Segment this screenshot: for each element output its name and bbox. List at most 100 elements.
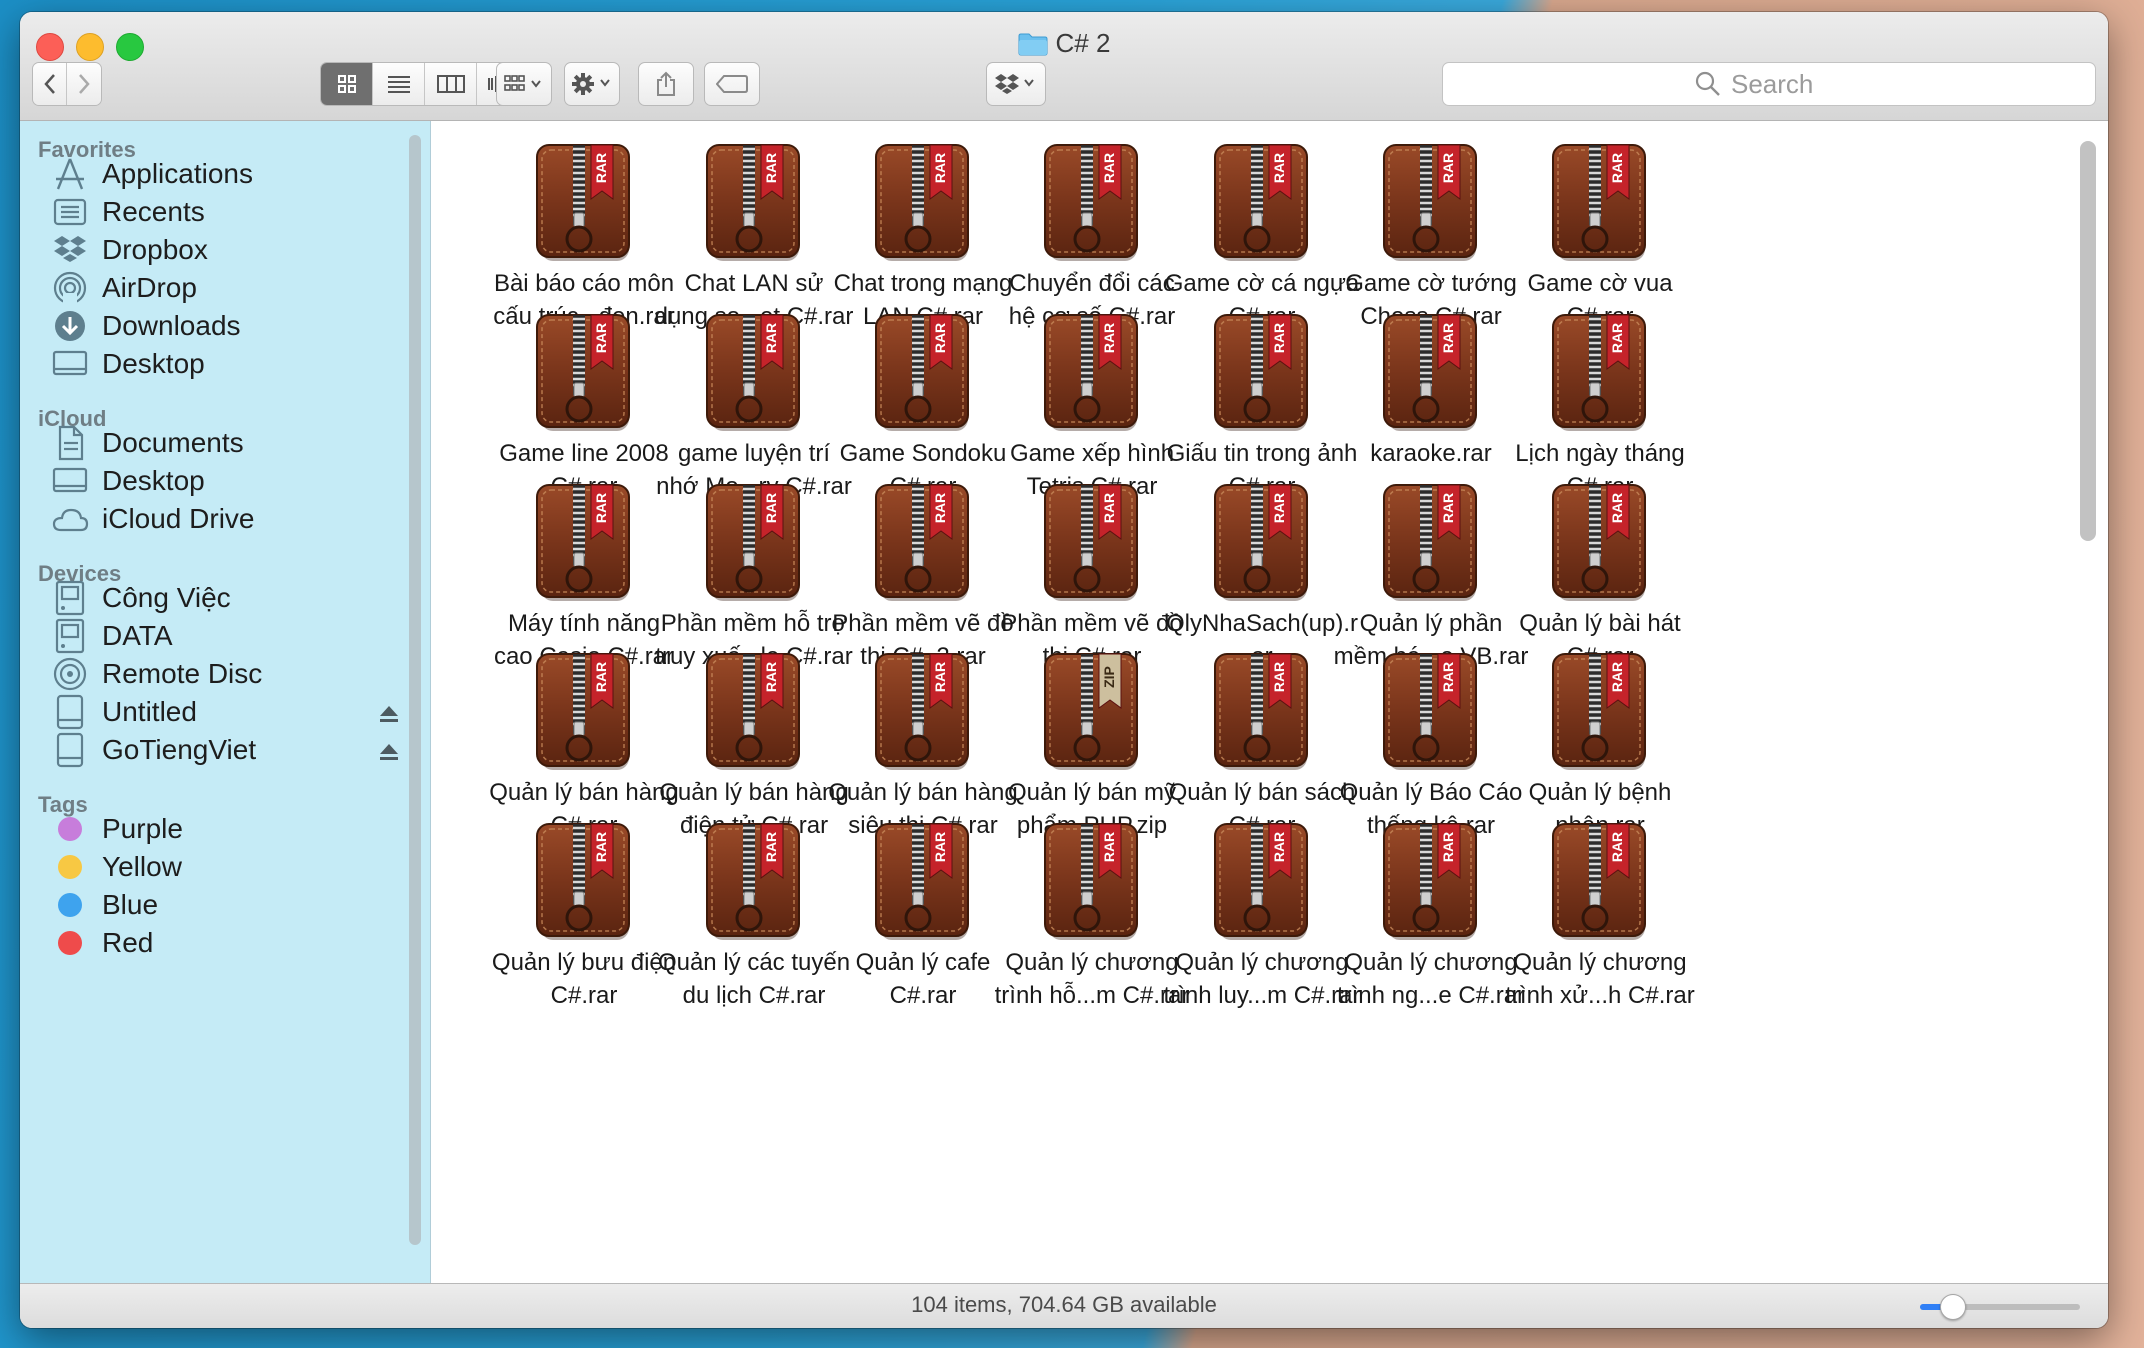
drive-icon — [50, 692, 90, 732]
sidebar-item-label: Red — [102, 927, 154, 958]
svg-text:RAR: RAR — [593, 832, 609, 862]
svg-text:RAR: RAR — [932, 662, 948, 692]
vertical-scrollbar[interactable] — [2080, 141, 2096, 541]
sidebar-item-icloud-drive[interactable]: iCloud Drive — [50, 496, 400, 542]
list-view-button[interactable] — [373, 63, 425, 105]
rar-archive-icon: RAR — [1041, 141, 1143, 263]
status-bar: 104 items, 704.64 GB available — [20, 1283, 2108, 1328]
svg-text:RAR: RAR — [1440, 153, 1456, 183]
toolbar: C# 2 — [20, 12, 2108, 121]
share-button[interactable] — [638, 62, 694, 106]
tag-color-dot — [58, 931, 82, 955]
rar-archive-icon: RAR — [1549, 311, 1651, 433]
rar-archive-icon: RAR — [1380, 820, 1482, 942]
tag-red-icon — [50, 923, 90, 963]
svg-text:RAR: RAR — [932, 493, 948, 523]
rar-archive-icon: RAR — [1211, 820, 1313, 942]
svg-text:RAR: RAR — [932, 323, 948, 353]
rar-archive-icon: RAR — [533, 820, 635, 942]
rar-archive-icon: RAR — [1041, 820, 1143, 942]
file-browser: RARBài báo cáo môn cấu trúc...đen.rarRAR… — [431, 121, 2108, 1284]
svg-text:RAR: RAR — [1271, 493, 1287, 523]
svg-text:RAR: RAR — [763, 662, 779, 692]
svg-text:RAR: RAR — [1101, 153, 1117, 183]
svg-text:RAR: RAR — [1440, 323, 1456, 353]
rar-archive-icon: RAR — [533, 481, 635, 603]
group-by-button[interactable] — [496, 62, 552, 106]
forward-button[interactable] — [67, 63, 101, 105]
back-button[interactable] — [33, 63, 67, 105]
rar-archive-icon: RAR — [1041, 311, 1143, 433]
zip-archive-icon: ZIP — [1041, 650, 1143, 772]
tag-color-dot — [58, 893, 82, 917]
rar-archive-icon: RAR — [703, 481, 805, 603]
share-icon — [657, 71, 675, 96]
sidebar-scrollbar[interactable] — [409, 135, 421, 1245]
svg-text:RAR: RAR — [1609, 832, 1625, 862]
back-icon — [43, 74, 55, 94]
dropbox-icon — [50, 230, 90, 270]
rar-archive-icon: RAR — [1211, 311, 1313, 433]
svg-text:RAR: RAR — [1609, 493, 1625, 523]
sidebar-item-label: Purple — [102, 813, 183, 844]
drive-icon — [50, 730, 90, 770]
tag-icon — [716, 75, 748, 93]
recents-icon — [50, 192, 90, 232]
rar-archive-icon: RAR — [533, 141, 635, 263]
sidebar-item-label: Dropbox — [102, 234, 208, 265]
tag-color-dot — [58, 817, 82, 841]
list-view-icon — [387, 76, 410, 93]
rar-archive-icon: RAR — [1380, 481, 1482, 603]
svg-text:RAR: RAR — [932, 832, 948, 862]
svg-text:RAR: RAR — [593, 153, 609, 183]
icon-view-button[interactable] — [321, 63, 373, 105]
rar-archive-icon: RAR — [1380, 141, 1482, 263]
rar-archive-icon: RAR — [1549, 141, 1651, 263]
desktop-icon — [50, 461, 90, 501]
sidebar-item-label: Desktop — [102, 348, 205, 379]
rar-archive-icon: RAR — [533, 311, 635, 433]
rar-archive-icon: RAR — [1041, 481, 1143, 603]
sidebar-item-desktop[interactable]: Desktop — [50, 341, 400, 387]
svg-text:RAR: RAR — [763, 493, 779, 523]
downloads-icon — [50, 306, 90, 346]
sidebar-item-label: GoTiengViet — [102, 734, 257, 765]
slider-knob[interactable] — [1940, 1294, 1966, 1320]
disk-icon — [50, 616, 90, 656]
airdrop-icon — [50, 268, 90, 308]
sidebar-item-label: Remote Disc — [102, 658, 263, 689]
svg-text:RAR: RAR — [1440, 662, 1456, 692]
tag-color-dot — [58, 855, 82, 879]
gear-icon — [572, 73, 610, 95]
dropbox-button[interactable] — [986, 62, 1046, 106]
sidebar-item-label: AirDrop — [102, 272, 197, 303]
tag-yellow-icon — [50, 847, 90, 887]
group-by-icon — [504, 75, 541, 91]
action-button[interactable] — [564, 62, 620, 106]
search-field[interactable] — [1442, 62, 2096, 106]
rar-archive-icon: RAR — [1211, 141, 1313, 263]
sidebar-item-label: Công Việc — [102, 582, 231, 613]
sidebar-item-gotiengviet[interactable]: GoTiengViet — [50, 727, 400, 773]
column-view-button[interactable] — [425, 63, 477, 105]
icon-size-slider[interactable] — [1920, 1294, 2080, 1320]
folder-icon — [1018, 32, 1048, 63]
svg-text:RAR: RAR — [1609, 153, 1625, 183]
tag-button[interactable] — [704, 62, 760, 106]
dropbox-icon — [995, 74, 1034, 94]
sidebar-item-label: DATA — [102, 620, 173, 651]
svg-text:RAR: RAR — [1101, 493, 1117, 523]
search-input[interactable] — [1729, 67, 1843, 101]
sidebar-item-red[interactable]: Red — [50, 920, 400, 966]
desktop-icon — [50, 344, 90, 384]
disk-icon — [50, 578, 90, 618]
tag-purple-icon — [50, 809, 90, 849]
file-item[interactable]: RAR Quản lý chương trình xử...h C#.rar — [1490, 800, 1710, 1022]
eject-icon[interactable] — [378, 737, 400, 769]
file-grid: RARBài báo cáo môn cấu trúc...đen.rarRAR… — [431, 121, 2071, 1284]
rar-archive-icon: RAR — [703, 650, 805, 772]
svg-text:RAR: RAR — [1271, 662, 1287, 692]
sidebar-item-label: iCloud Drive — [102, 503, 255, 534]
rar-archive-icon: RAR — [1211, 481, 1313, 603]
svg-text:RAR: RAR — [1271, 153, 1287, 183]
